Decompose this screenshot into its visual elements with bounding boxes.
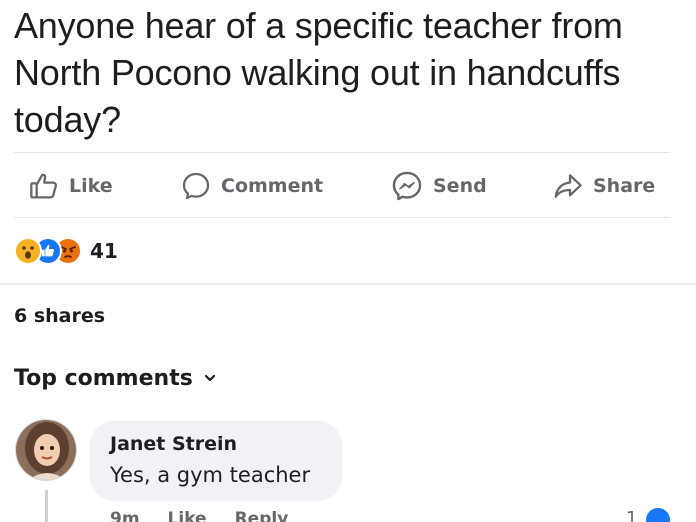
comment-like-reaction-icon[interactable] [644, 506, 672, 522]
like-button[interactable]: Like [28, 170, 113, 202]
send-button[interactable]: Send [390, 170, 487, 202]
comment-time[interactable]: 9m [110, 509, 140, 522]
comment-icon [180, 170, 212, 202]
like-label: Like [69, 175, 113, 197]
section-divider [0, 283, 696, 285]
top-comments-label: Top comments [14, 366, 193, 391]
reaction-summary[interactable]: 41 [14, 234, 118, 268]
post-text: Anyone hear of a specific teacher from N… [14, 5, 623, 140]
action-bar: Like Comment Send Share [0, 160, 696, 212]
shares-count[interactable]: 6 shares [14, 305, 105, 327]
comment-label: Comment [221, 175, 324, 197]
comment-like-link[interactable]: Like [168, 509, 207, 522]
messenger-icon [390, 169, 424, 203]
share-label: Share [593, 175, 656, 197]
reaction-count: 41 [90, 239, 118, 263]
comment-reaction-count: 1 [626, 508, 638, 522]
commenter-avatar[interactable] [15, 419, 77, 481]
comment-author[interactable]: Janet Strein [110, 433, 342, 455]
top-comments-dropdown[interactable]: Top comments [14, 366, 217, 391]
comment-button[interactable]: Comment [180, 170, 323, 202]
thumbs-up-icon [28, 170, 60, 202]
divider-top [14, 152, 670, 153]
comment-reply-link[interactable]: Reply [235, 509, 289, 522]
comment-text: Yes, a gym teacher [110, 463, 311, 487]
chevron-down-icon [203, 366, 217, 391]
comment-bubble[interactable]: Janet Strein Yes, a gym teacher [90, 421, 342, 501]
comment-meta: 9m Like Reply [110, 509, 288, 522]
thread-line [45, 490, 48, 522]
wow-icon [14, 237, 42, 265]
send-label: Send [433, 175, 487, 197]
divider-actions [14, 217, 670, 218]
share-arrow-icon [552, 170, 584, 202]
share-button[interactable]: Share [552, 170, 655, 202]
